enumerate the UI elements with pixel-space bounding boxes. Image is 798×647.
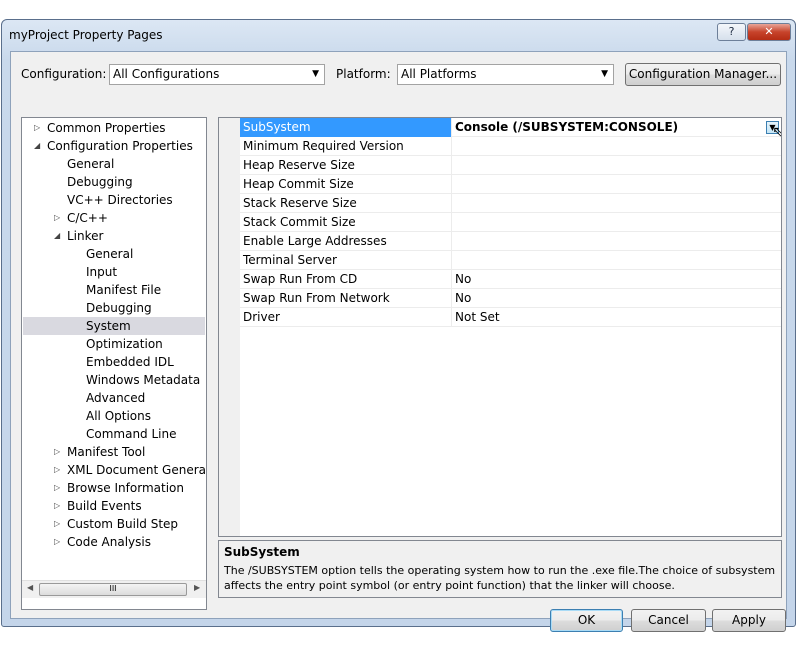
- tree-expander-icon[interactable]: ▷: [54, 209, 60, 227]
- tree-item-label: Manifest File: [86, 283, 162, 297]
- property-grid: SubSystemConsole (/SUBSYSTEM:CONSOLE)▼⇖M…: [218, 117, 782, 537]
- configuration-dropdown[interactable]: All Configurations ▼: [109, 64, 325, 85]
- tree-item-label: Custom Build Step: [67, 517, 179, 531]
- property-value[interactable]: Not Set: [455, 308, 500, 327]
- property-name: SubSystem: [240, 118, 452, 137]
- chevron-down-icon: ▼: [601, 69, 608, 79]
- window-title: myProject Property Pages: [9, 28, 163, 42]
- property-row[interactable]: Stack Reserve Size: [240, 194, 781, 213]
- tree-item-label: Build Events: [67, 499, 142, 513]
- tree-item-label: Configuration Properties: [47, 139, 193, 153]
- property-row[interactable]: Minimum Required Version: [240, 137, 781, 156]
- tree-item-label: Input: [86, 265, 118, 279]
- scroll-right-arrow-icon[interactable]: ▶: [194, 583, 200, 592]
- property-row[interactable]: SubSystemConsole (/SUBSYSTEM:CONSOLE)▼⇖: [240, 118, 781, 140]
- tree-item[interactable]: System: [23, 317, 205, 335]
- platform-dropdown[interactable]: All Platforms ▼: [397, 64, 614, 85]
- tree-item-label: System: [86, 319, 131, 333]
- tree-expander-icon[interactable]: ▷: [54, 497, 60, 515]
- tree-item-label: VC++ Directories: [67, 193, 173, 207]
- tree-expander-icon[interactable]: ▷: [54, 443, 60, 461]
- property-name: Terminal Server: [243, 251, 452, 270]
- scroll-left-arrow-icon[interactable]: ◀: [27, 583, 33, 592]
- property-name: Heap Commit Size: [243, 175, 452, 194]
- property-row[interactable]: Heap Reserve Size: [240, 156, 781, 175]
- tree-item-label: Windows Metadata: [86, 373, 201, 387]
- help-button[interactable]: ?: [717, 23, 746, 41]
- tree-expander-icon[interactable]: ▷: [54, 515, 60, 533]
- tree-item-label: Code Analysis: [67, 535, 151, 549]
- tree-expander-icon[interactable]: ▷: [54, 461, 60, 479]
- scroll-thumb[interactable]: III: [39, 583, 187, 596]
- property-row[interactable]: Driver Not Set: [240, 308, 781, 327]
- tree-item-label: C/C++: [67, 211, 108, 225]
- tree-item-label: Debugging: [86, 301, 152, 315]
- tree-item-label: Optimization: [86, 337, 163, 351]
- property-value[interactable]: No: [455, 270, 471, 289]
- tree-item-label: Linker: [67, 229, 104, 243]
- property-name: Driver: [243, 308, 452, 327]
- title-bar[interactable]: myProject Property Pages ? ✕: [2, 20, 795, 50]
- tree-item-label: All Options: [86, 409, 151, 423]
- tree-item-label: Command Line: [86, 427, 177, 441]
- tree-item-label: Embedded IDL: [86, 355, 174, 369]
- property-value[interactable]: No: [455, 289, 471, 308]
- ok-button[interactable]: OK: [550, 609, 623, 632]
- property-pages-dialog: myProject Property Pages ? ✕ Configurati…: [1, 19, 796, 632]
- description-panel: SubSystem The /SUBSYSTEM option tells th…: [218, 540, 782, 598]
- tree-expander-icon[interactable]: ▷: [34, 119, 40, 137]
- tree-horizontal-scrollbar[interactable]: ◀ III ▶: [22, 580, 206, 598]
- configuration-value: All Configurations: [113, 67, 220, 81]
- tree-item-label: General: [67, 157, 115, 171]
- configuration-manager-button[interactable]: Configuration Manager...: [625, 63, 781, 86]
- configuration-label: Configuration:: [21, 67, 107, 81]
- cancel-button[interactable]: Cancel: [631, 609, 706, 632]
- property-name: Heap Reserve Size: [243, 156, 452, 175]
- platform-value: All Platforms: [401, 67, 477, 81]
- apply-button[interactable]: Apply: [712, 609, 786, 632]
- chevron-down-icon: ▼: [312, 69, 319, 79]
- property-row[interactable]: Heap Commit Size: [240, 175, 781, 194]
- property-value[interactable]: Console (/SUBSYSTEM:CONSOLE): [455, 118, 678, 137]
- description-title: SubSystem: [224, 545, 300, 559]
- grid-gutter: [219, 118, 240, 536]
- tree-item-label: XML Document Generator: [67, 463, 207, 477]
- property-row[interactable]: Swap Run From Network No: [240, 289, 781, 308]
- category-tree[interactable]: ▷ Common Properties ◢ Configuration Propert…: [21, 117, 207, 610]
- tree-item-label: Browse Information: [67, 481, 184, 495]
- tree-expander-icon[interactable]: ◢: [54, 227, 60, 245]
- property-row[interactable]: Enable Large Addresses: [240, 232, 781, 251]
- tree-expander-icon[interactable]: ▷: [54, 479, 60, 497]
- close-button[interactable]: ✕: [747, 23, 791, 41]
- property-name: Swap Run From CD: [243, 270, 452, 289]
- property-name: Minimum Required Version: [243, 137, 452, 156]
- property-row[interactable]: Terminal Server: [240, 251, 781, 270]
- platform-label: Platform:: [336, 67, 391, 81]
- property-row[interactable]: Swap Run From CD No: [240, 270, 781, 289]
- tree-item-label: General: [86, 247, 134, 261]
- property-name: Enable Large Addresses: [243, 232, 452, 251]
- tree-item-label: Advanced: [86, 391, 146, 405]
- tree-item-label: Manifest Tool: [67, 445, 146, 459]
- property-name: Stack Commit Size: [243, 213, 452, 232]
- dialog-client-area: Configuration: All Configurations ▼ Plat…: [10, 51, 787, 632]
- description-text: The /SUBSYSTEM option tells the operatin…: [224, 564, 776, 592]
- tree-item-label: Debugging: [67, 175, 133, 189]
- tree-expander-icon[interactable]: ▷: [54, 533, 60, 551]
- tree-expander-icon[interactable]: ◢: [34, 137, 40, 155]
- property-name: Swap Run From Network: [243, 289, 452, 308]
- tree-item-label: Common Properties: [47, 121, 166, 135]
- property-row[interactable]: Stack Commit Size: [240, 213, 781, 232]
- property-name: Stack Reserve Size: [243, 194, 452, 213]
